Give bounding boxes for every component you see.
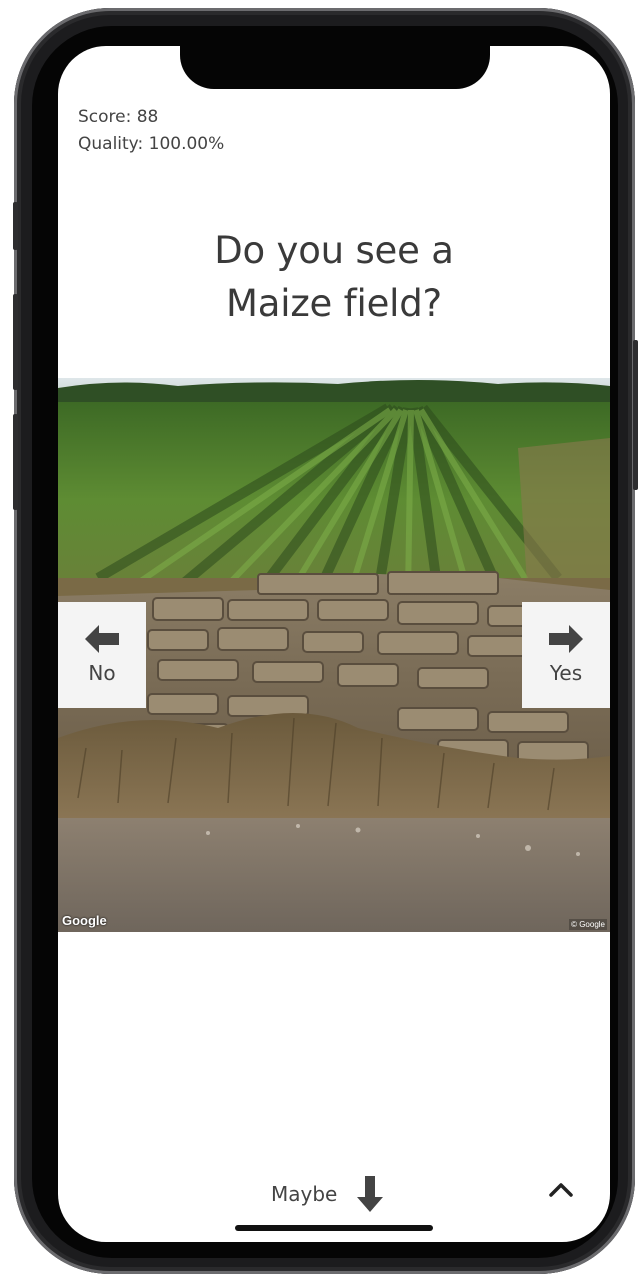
chevron-up-icon[interactable] — [548, 1180, 574, 1198]
yes-label: Yes — [549, 661, 583, 685]
arrow-left-icon — [85, 625, 119, 653]
question-line-2: Maize field? — [226, 282, 442, 325]
phone-notch — [180, 46, 490, 89]
silent-switch — [13, 202, 18, 250]
yes-button[interactable]: Yes — [522, 602, 610, 708]
arrow-right-icon — [549, 625, 583, 653]
maybe-button[interactable]: Maybe — [271, 1176, 384, 1212]
arrow-down-icon — [357, 1176, 384, 1212]
volume-down-button — [13, 414, 18, 510]
app-screen: Score: 88 Quality: 100.00% Do you see a … — [58, 46, 610, 1242]
maybe-label: Maybe — [271, 1182, 338, 1206]
google-logo: Google — [62, 913, 107, 928]
stats-panel: Score: 88 Quality: 100.00% — [78, 104, 224, 158]
no-label: No — [88, 661, 116, 685]
question-line-1: Do you see a — [214, 229, 454, 272]
question-title: Do you see a Maize field? — [58, 224, 610, 330]
quality-text: Quality: 100.00% — [78, 134, 225, 154]
power-button — [633, 340, 638, 490]
home-indicator[interactable] — [235, 1225, 433, 1231]
score-text: Score: 88 — [78, 107, 159, 127]
volume-up-button — [13, 294, 18, 390]
copyright-text: © Google — [569, 919, 607, 930]
no-button[interactable]: No — [58, 602, 146, 708]
